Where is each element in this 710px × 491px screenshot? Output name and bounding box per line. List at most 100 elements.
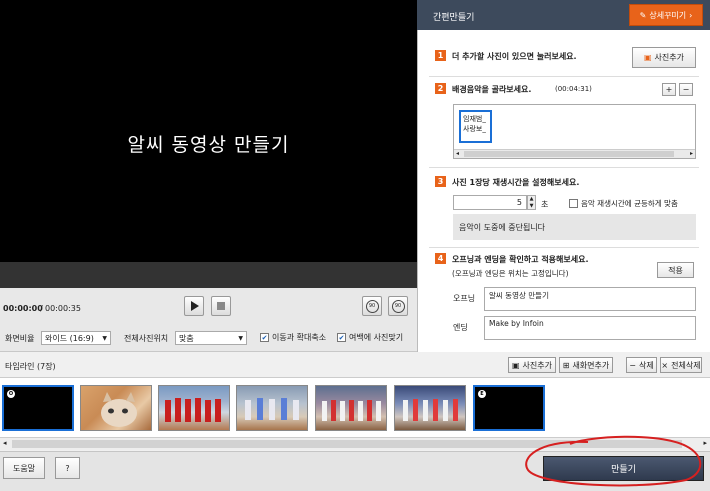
apply-button[interactable]: 적용 <box>657 262 694 278</box>
seconds-unit: 초 <box>541 200 549 209</box>
position-select[interactable]: 맞춤 ▼ <box>175 331 247 345</box>
minus-icon: − <box>629 360 636 370</box>
magic-wand-icon: ✎ <box>639 10 647 20</box>
cheerleaders-image <box>165 398 221 422</box>
stop-icon <box>217 302 225 310</box>
delete-button[interactable]: − 삭제 <box>626 357 657 373</box>
divider <box>429 167 699 168</box>
video-bottom-strip <box>0 262 417 288</box>
scroll-thumb[interactable] <box>464 151 674 157</box>
step4-text: 오프닝과 엔딩을 확인하고 적용해보세요. <box>452 255 589 264</box>
scroll-left-icon: ◂ <box>456 150 460 157</box>
move-zoom-checkbox[interactable]: ✔ 이동과 확대축소 <box>260 332 326 343</box>
music-notice: 음악이 도중에 중단됩니다 <box>453 214 696 240</box>
position-value: 맞춤 <box>179 333 194 343</box>
cheerleaders-image <box>322 400 381 421</box>
cheerleaders-image <box>245 398 299 420</box>
total-time: 00:00:35 <box>45 304 81 313</box>
add-photo-icon: ▣ <box>643 53 652 62</box>
rotate-left-icon: 90 <box>365 299 379 313</box>
chevron-down-icon: ▼ <box>238 334 243 342</box>
opening-label: 오프닝 <box>453 294 476 303</box>
add-photo-label: 사진추가 <box>654 53 684 62</box>
rotate-left-button[interactable]: 90 <box>362 296 382 316</box>
checkbox-checked-icon: ✔ <box>260 333 269 342</box>
timeline-thumb-cheerleaders-4[interactable] <box>394 385 466 431</box>
step1-text: 더 추가할 사진이 있으면 눌러보세요. <box>452 52 577 61</box>
margin-fit-label: 여백에 사진맞기 <box>349 333 404 342</box>
delete-label: 삭제 <box>638 360 654 370</box>
play-icon <box>190 301 199 311</box>
delete-all-button[interactable]: × 전체삭제 <box>660 357 702 373</box>
delete-all-label: 전체삭제 <box>671 360 701 370</box>
new-screen-icon: ⊞ <box>562 360 570 370</box>
ratio-label: 화면비율 <box>5 334 35 343</box>
music-list-scrollbar[interactable]: ◂ ▸ <box>454 149 695 158</box>
time-separator: / <box>40 304 43 313</box>
plus-icon: + <box>665 85 673 94</box>
ratio-select[interactable]: 와이드 (16:9) ▼ <box>41 331 111 345</box>
add-new-screen-label: 새화면추가 <box>572 360 610 370</box>
step4-subtext: (오프닝과 엔딩은 위치는 고정입니다) <box>452 269 569 278</box>
scroll-right-icon: ▸ <box>689 150 693 157</box>
play-button[interactable] <box>184 296 204 316</box>
step1-number: 1 <box>435 50 446 61</box>
timeline-thumb-opening[interactable]: O <box>2 385 74 431</box>
timeline-add-photo-label: 사진추가 <box>522 360 552 370</box>
fit-music-checkbox[interactable]: 음악 재생시간에 균등하게 맞춤 <box>569 198 678 209</box>
margin-fit-checkbox[interactable]: ✔ 여백에 사진맞기 <box>337 332 403 343</box>
question-button[interactable]: ? <box>55 457 80 479</box>
timeline-title: 타임라인 (7장) <box>5 362 56 371</box>
detail-decorate-label: 상세꾸미기 <box>649 10 687 20</box>
chevron-down-icon: ▼ <box>102 334 107 342</box>
scroll-left-icon: ◂ <box>3 439 7 447</box>
add-music-button[interactable]: + <box>662 83 676 96</box>
music-name-line1: 임재범_ <box>463 115 486 123</box>
position-label: 전체사진위치 <box>124 334 169 343</box>
timeline-thumb-ending[interactable]: E <box>473 385 545 431</box>
current-time: 00:00:00 <box>3 304 43 313</box>
opening-text-field[interactable]: 알씨 동영상 만들기 <box>484 287 696 311</box>
red-circle-annotation <box>525 435 702 487</box>
seconds-input[interactable]: 5 <box>453 195 527 210</box>
add-photo-icon: ▣ <box>511 360 520 370</box>
video-title-text: 알씨 동영상 만들기 <box>127 134 290 156</box>
divider <box>429 76 699 77</box>
rotate-right-button[interactable]: 90 <box>388 296 408 316</box>
step4-number: 4 <box>435 253 446 264</box>
stop-button[interactable] <box>211 296 231 316</box>
timeline-thumb-kitten[interactable] <box>80 385 152 431</box>
step3-text: 사진 1장당 재생시간을 설정해보세요. <box>452 178 580 187</box>
add-new-screen-button[interactable]: ⊞ 새화면추가 <box>559 357 613 373</box>
detail-decorate-button[interactable]: ✎ 상세꾸미기 › <box>629 4 703 26</box>
chevron-right-icon: › <box>689 10 693 20</box>
close-icon: × <box>661 360 669 370</box>
ending-label: 엔딩 <box>453 323 468 332</box>
rotate-right-icon: 90 <box>391 299 405 313</box>
cheerleaders-image <box>403 399 458 421</box>
timeline-thumb-cheerleaders-1[interactable] <box>158 385 230 431</box>
divider <box>429 247 699 248</box>
ratio-value: 와이드 (16:9) <box>45 333 94 343</box>
step2-number: 2 <box>435 83 446 94</box>
checkbox-unchecked-icon <box>569 199 578 208</box>
help-button[interactable]: 도움말 <box>3 457 45 479</box>
music-duration: (00:04:31) <box>555 85 592 93</box>
step2-text: 배경음악을 골라보세요. <box>452 85 532 94</box>
add-photo-button[interactable]: ▣ 사진추가 <box>632 47 696 68</box>
move-zoom-label: 이동과 확대축소 <box>272 333 327 342</box>
music-item[interactable]: 임재범_ 사랑보_ <box>459 110 492 143</box>
seconds-stepper[interactable]: ▲ ▼ <box>527 195 536 210</box>
timeline-thumb-cheerleaders-2[interactable] <box>236 385 308 431</box>
panel-title: 간편만들기 <box>433 13 475 23</box>
minus-icon: − <box>682 85 690 94</box>
checkbox-checked-icon: ✔ <box>337 333 346 342</box>
timeline-add-photo-button[interactable]: ▣ 사진추가 <box>508 357 556 373</box>
music-name-line2: 사랑보_ <box>463 125 486 133</box>
ending-badge: E <box>478 390 486 398</box>
remove-music-button[interactable]: − <box>679 83 693 96</box>
timeline-thumb-cheerleaders-3[interactable] <box>315 385 387 431</box>
ending-text-field[interactable]: Make by Infoin <box>484 316 696 340</box>
kitten-image <box>101 392 137 427</box>
fit-music-label: 음악 재생시간에 균등하게 맞춤 <box>581 199 678 208</box>
